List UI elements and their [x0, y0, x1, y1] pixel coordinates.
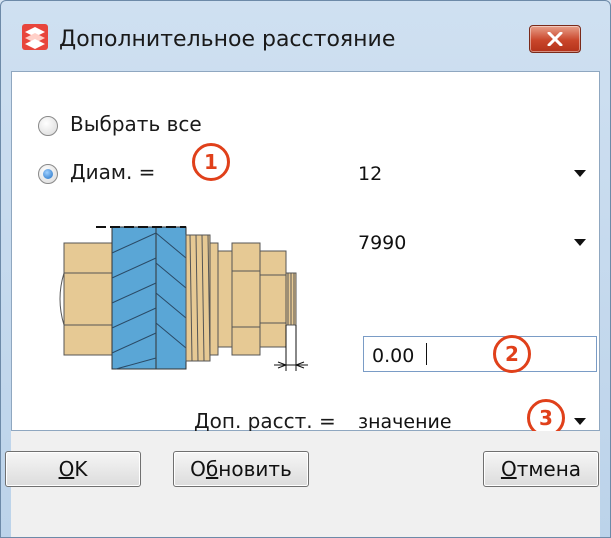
ok-label-rest: K [74, 457, 88, 481]
button-bar: OK Обновить Отмена [5, 431, 600, 537]
text-caret [426, 343, 427, 365]
extra-distance-label: Доп. расст. = [194, 409, 336, 433]
close-icon [547, 32, 563, 46]
refresh-label-start: О [190, 457, 206, 481]
app-logo-icon [22, 24, 48, 50]
select-all-radio[interactable] [38, 116, 58, 136]
chevron-down-icon[interactable] [574, 239, 586, 246]
refresh-mnemonic: б [205, 457, 219, 481]
callout-1: 1 [192, 143, 230, 181]
title-bar[interactable]: Дополнительное расстояние [1, 1, 610, 71]
chevron-down-icon[interactable] [574, 170, 586, 177]
chevron-down-icon[interactable] [574, 418, 586, 425]
select-all-label[interactable]: Выбрать все [70, 112, 202, 136]
distance-input[interactable]: 0.00 [363, 336, 597, 372]
diameter-value: 12 [358, 163, 383, 185]
item-value: 7990 [358, 232, 407, 254]
refresh-label-rest: новить [218, 457, 292, 481]
item-dropdown[interactable]: 7990 [354, 224, 594, 260]
refresh-button[interactable]: Обновить [173, 451, 309, 487]
ok-button[interactable]: OK [5, 451, 141, 487]
extra-distance-value: значение [358, 411, 452, 433]
cancel-button[interactable]: Отмена [483, 451, 599, 487]
diameter-radio[interactable] [38, 164, 58, 184]
diameter-label[interactable]: Диам. = [70, 160, 155, 184]
distance-value: 0.00 [372, 345, 415, 367]
radio-selected-dot [43, 169, 53, 179]
cancel-mnemonic: О [500, 457, 517, 481]
diameter-dropdown[interactable]: 12 [354, 155, 594, 191]
dialog-window: Дополнительное расстояние Выбрать все Ди… [0, 0, 611, 538]
close-button[interactable] [529, 25, 581, 53]
ok-mnemonic: O [58, 457, 75, 481]
dialog-title: Дополнительное расстояние [59, 27, 396, 52]
fastener-assembly-icon [59, 226, 308, 371]
cancel-label-rest: тмена [516, 457, 582, 481]
callout-2: 2 [493, 335, 531, 373]
